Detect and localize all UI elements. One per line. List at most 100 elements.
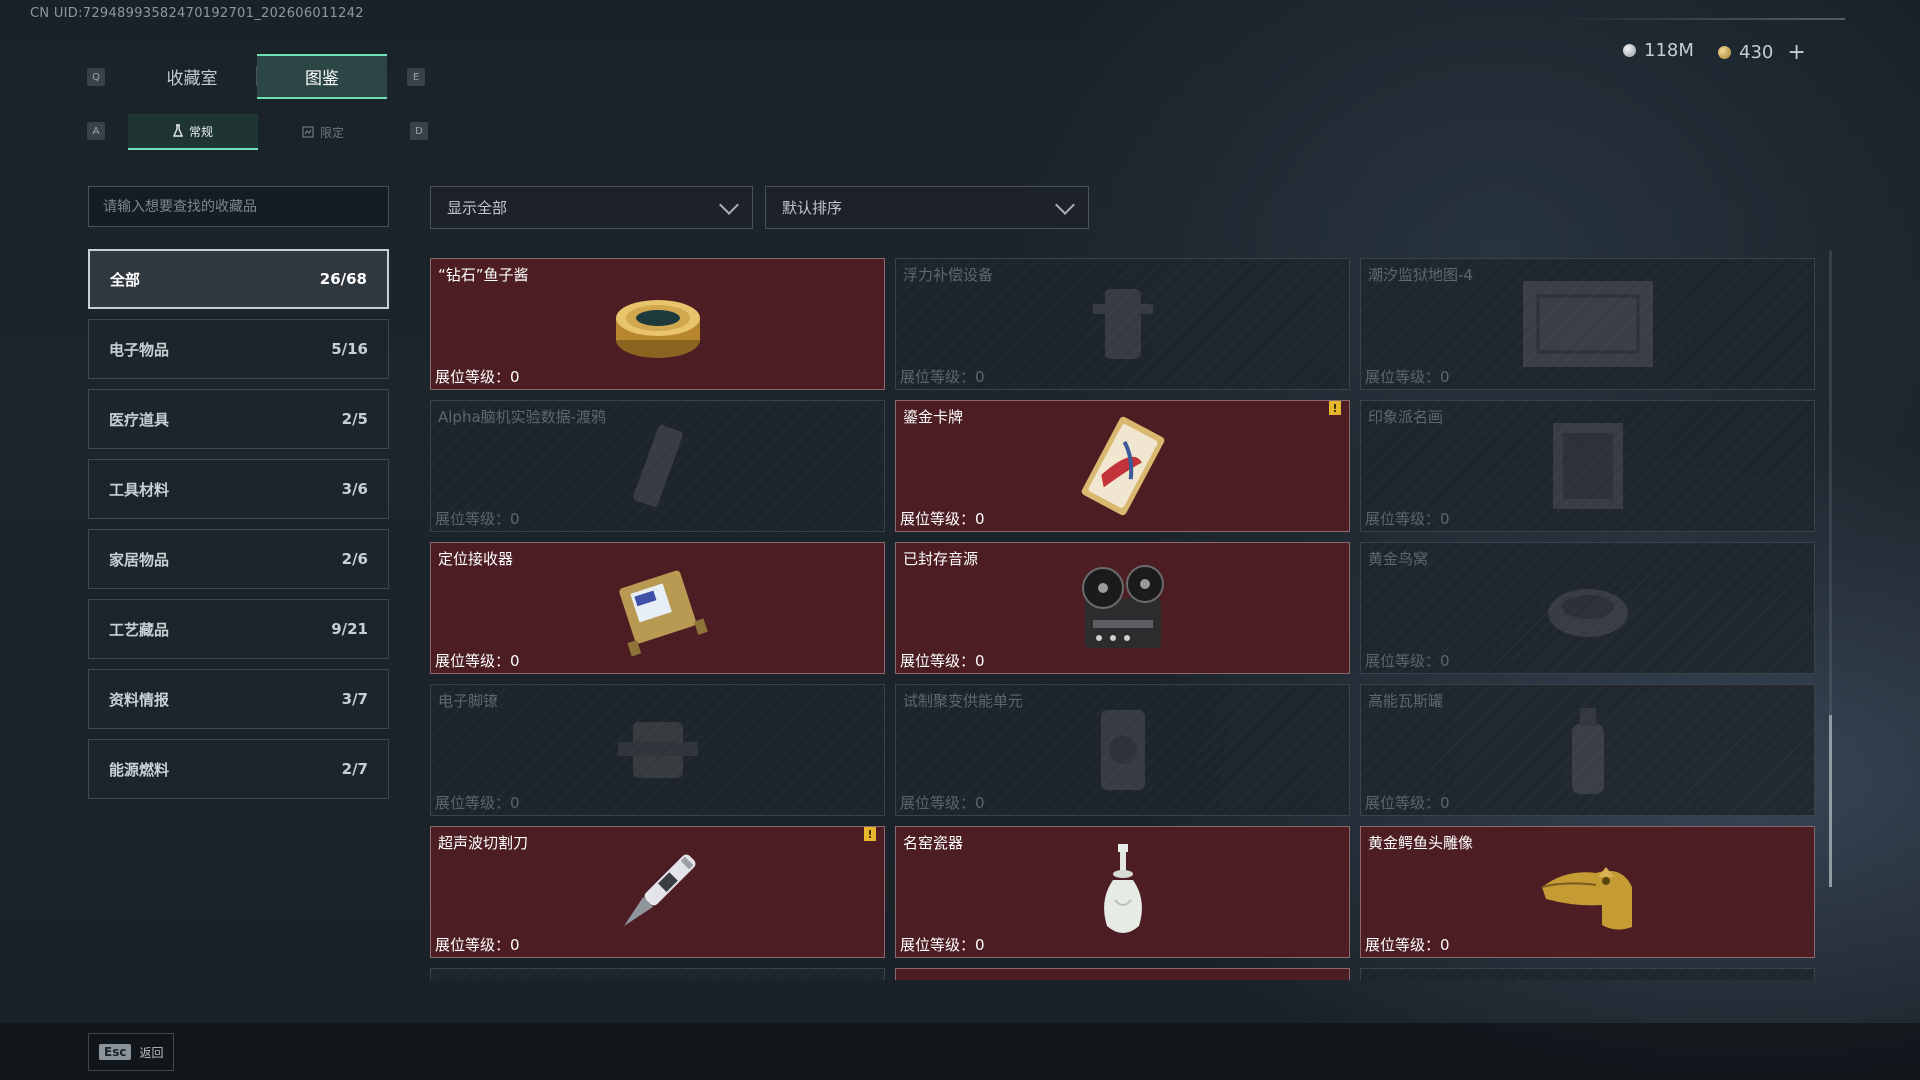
item-card[interactable]: 试制聚变供能单元 展位等级：0 <box>895 684 1350 816</box>
category-household[interactable]: 家居物品 2/6 <box>88 529 389 589</box>
item-name: 试制聚变供能单元 <box>903 692 1024 710</box>
item-card[interactable]: “钻石”鱼子酱 展位等级：0 <box>430 258 885 390</box>
level-label: 展位等级： <box>435 368 511 386</box>
item-name: 电子脚镣 <box>438 692 499 710</box>
fusion-unit-icon <box>1100 710 1145 790</box>
item-card[interactable]: 印象派名画 展位等级：0 <box>1360 400 1815 532</box>
item-card[interactable]: 电子脚镣 展位等级：0 <box>430 684 885 816</box>
subtab-limited[interactable]: 限定 <box>258 114 388 150</box>
level-value: 0 <box>510 794 520 812</box>
sort-dropdown[interactable]: 默认排序 <box>765 186 1089 229</box>
new-badge: ! <box>1329 401 1341 415</box>
filter-dropdown[interactable]: 显示全部 <box>430 186 753 229</box>
level-label: 展位等级： <box>900 936 976 954</box>
limited-icon <box>302 126 314 138</box>
category-crafts[interactable]: 工艺藏品 9/21 <box>88 599 389 659</box>
category-all[interactable]: 全部 26/68 <box>88 249 389 309</box>
category-medical[interactable]: 医疗道具 2/5 <box>88 389 389 449</box>
gas-canister-icon <box>1571 708 1604 794</box>
level-label: 展位等级： <box>1365 510 1441 528</box>
level-label: 展位等级： <box>900 368 976 386</box>
data-device-icon <box>632 425 683 507</box>
item-name: 印象派名画 <box>1368 408 1444 426</box>
item-level: 展位等级：0 <box>1365 934 1450 955</box>
category-count: 3/7 <box>341 690 368 708</box>
back-button[interactable]: Esc 返回 <box>88 1033 175 1071</box>
next-row-clipped <box>430 968 1820 980</box>
gold-currency: 430 + <box>1718 40 1806 65</box>
level-label: 展位等级： <box>435 652 511 670</box>
category-count: 2/5 <box>341 410 368 428</box>
add-currency-button[interactable]: + <box>1787 40 1805 65</box>
level-value: 0 <box>1440 368 1450 386</box>
item-card[interactable]: 潮汐监狱地图-4 展位等级：0 <box>1360 258 1815 390</box>
caviar-tin-icon <box>615 300 700 358</box>
level-label: 展位等级： <box>900 652 976 670</box>
item-card-partial[interactable] <box>430 968 885 980</box>
e-key-hint: E <box>407 68 425 86</box>
item-card[interactable]: 超声波切割刀 ! 展位等级：0 <box>430 826 885 958</box>
item-card[interactable]: 浮力补偿设备 展位等级：0 <box>895 258 1350 390</box>
tab-collection[interactable]: 收藏室 <box>128 54 256 99</box>
silver-amount: 118M <box>1644 40 1694 61</box>
item-level: 展位等级：0 <box>900 508 985 529</box>
item-level: 展位等级：0 <box>435 934 520 955</box>
level-value: 0 <box>1440 936 1450 954</box>
esc-key-hint: Esc <box>99 1044 132 1060</box>
d-key-hint: D <box>410 122 428 140</box>
level-label: 展位等级： <box>1365 936 1441 954</box>
item-name: 高能瓦斯罐 <box>1368 692 1444 710</box>
porcelain-vase-icon <box>1103 844 1142 933</box>
painting-icon <box>1552 423 1623 509</box>
subtab-regular[interactable]: 常规 <box>128 114 258 150</box>
category-count: 5/16 <box>331 340 368 358</box>
filter-label: 显示全部 <box>447 199 508 217</box>
item-card[interactable]: 名窑瓷器 展位等级：0 <box>895 826 1350 958</box>
ankle-monitor-icon <box>617 722 698 778</box>
category-energy[interactable]: 能源燃料 2/7 <box>88 739 389 799</box>
item-card-partial[interactable] <box>1360 968 1815 980</box>
item-card[interactable]: 黄金鳄鱼头雕像 展位等级：0 <box>1360 826 1815 958</box>
item-level: 展位等级：0 <box>1365 650 1450 671</box>
category-label: 能源燃料 <box>109 760 170 779</box>
item-name: “钻石”鱼子酱 <box>438 266 529 284</box>
category-tools[interactable]: 工具材料 3/6 <box>88 459 389 519</box>
back-label: 返回 <box>139 1045 164 1060</box>
item-card[interactable]: Alpha脑机实验数据-渡鸦 展位等级：0 <box>430 400 885 532</box>
category-intel[interactable]: 资料情报 3/7 <box>88 669 389 729</box>
item-card[interactable]: 高能瓦斯罐 展位等级：0 <box>1360 684 1815 816</box>
category-label: 全部 <box>110 270 141 289</box>
category-electronics[interactable]: 电子物品 5/16 <box>88 319 389 379</box>
level-value: 0 <box>975 652 985 670</box>
category-count: 9/21 <box>331 620 368 638</box>
gilded-card-icon <box>1081 416 1164 516</box>
level-label: 展位等级： <box>435 794 511 812</box>
level-value: 0 <box>510 510 520 528</box>
item-name: 定位接收器 <box>438 550 514 568</box>
level-label: 展位等级： <box>1365 794 1441 812</box>
category-count: 2/6 <box>341 550 368 568</box>
item-level: 展位等级：0 <box>900 650 985 671</box>
item-level: 展位等级：0 <box>900 792 985 813</box>
item-name: 鎏金卡牌 <box>903 408 964 426</box>
tab-codex[interactable]: 图鉴 <box>257 54 387 99</box>
item-name: 潮汐监狱地图-4 <box>1368 266 1473 284</box>
item-card-partial[interactable] <box>895 968 1350 980</box>
level-value: 0 <box>975 936 985 954</box>
item-level: 展位等级：0 <box>435 792 520 813</box>
level-value: 0 <box>1440 652 1450 670</box>
item-card[interactable]: 黄金鸟窝 展位等级：0 <box>1360 542 1815 674</box>
level-label: 展位等级： <box>900 794 976 812</box>
uid-label: CN UID:72948993582470192701_202606011242 <box>30 6 364 21</box>
search-input[interactable] <box>88 186 389 227</box>
level-value: 0 <box>510 368 520 386</box>
level-label: 展位等级： <box>435 936 511 954</box>
category-label: 资料情报 <box>109 690 170 709</box>
new-badge: ! <box>864 827 876 841</box>
q-key-hint: Q <box>87 68 105 86</box>
item-card[interactable]: 定位接收器 展位等级：0 <box>430 542 885 674</box>
item-card[interactable]: 鎏金卡牌 ! 展位等级：0 <box>895 400 1350 532</box>
item-card[interactable]: 已封存音源 展位等级：0 <box>895 542 1350 674</box>
level-value: 0 <box>510 936 520 954</box>
scrollbar-thumb[interactable] <box>1829 715 1832 887</box>
